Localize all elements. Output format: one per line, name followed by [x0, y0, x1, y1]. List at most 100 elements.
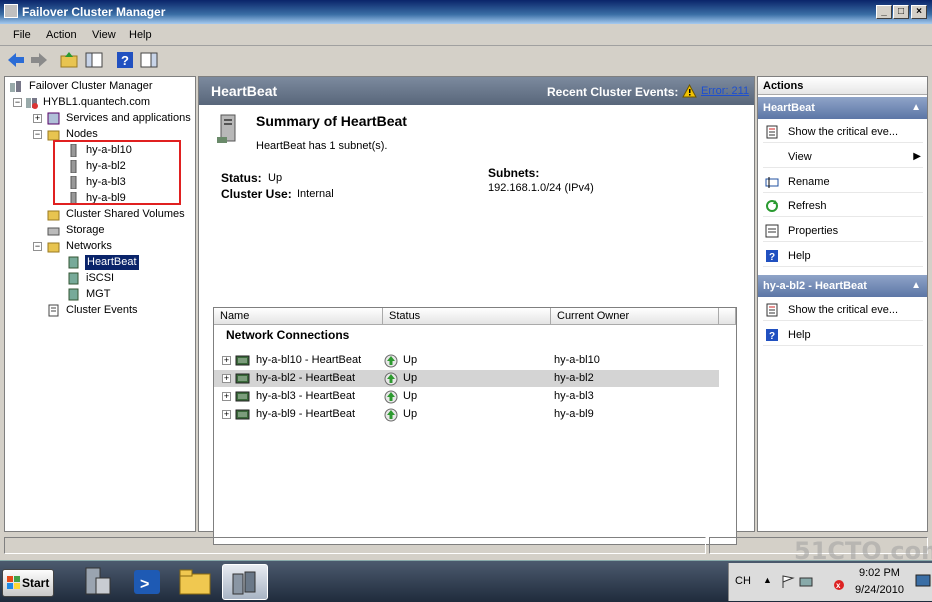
- row-status: Up: [403, 354, 418, 366]
- network-adapter-icon: [235, 391, 250, 402]
- cluster-use-value: Internal: [297, 188, 334, 200]
- submenu-arrow-icon: ▶: [913, 151, 921, 162]
- tree-root[interactable]: Failover Cluster Manager: [29, 79, 153, 94]
- events-icon: [48, 304, 59, 317]
- tree-networks[interactable]: Networks: [66, 239, 112, 254]
- clock-date[interactable]: 9/24/2010: [855, 584, 904, 596]
- column-header-owner[interactable]: Current Owner: [551, 308, 719, 325]
- rename-icon: [765, 177, 779, 188]
- tray-expand-icon[interactable]: ▲: [763, 575, 772, 585]
- help-icon[interactable]: ?: [115, 50, 135, 70]
- help-icon: ?: [766, 329, 778, 342]
- action-label: View: [788, 151, 812, 163]
- tree-cluster[interactable]: HYBL1.quantech.com: [43, 95, 150, 110]
- minimize-button[interactable]: _: [876, 5, 892, 19]
- action-label: Show the critical eve...: [788, 126, 899, 138]
- actions-section-title: HeartBeat: [763, 102, 815, 114]
- networks-folder-icon: [47, 242, 60, 253]
- row-status: Up: [403, 390, 418, 402]
- expand-toggle[interactable]: +: [222, 356, 231, 365]
- table-row-selected[interactable]: + hy-a-bl2 - HeartBeat Up hy-a-bl2: [214, 370, 719, 387]
- menu-action[interactable]: Action: [46, 29, 77, 41]
- action-label: Refresh: [788, 200, 827, 212]
- column-header-status[interactable]: Status: [383, 308, 551, 325]
- server-manager-icon[interactable]: [78, 564, 116, 600]
- network-tray-icon[interactable]: [799, 575, 813, 589]
- flag-icon[interactable]: [781, 575, 795, 589]
- tree-csv[interactable]: Cluster Shared Volumes: [66, 207, 185, 222]
- language-indicator[interactable]: CH: [735, 575, 751, 587]
- clock-time[interactable]: 9:02 PM: [859, 567, 900, 579]
- help-icon: ?: [766, 250, 778, 263]
- start-button[interactable]: Start: [2, 569, 54, 597]
- action-show-critical-events[interactable]: Show the critical eve...: [763, 121, 923, 143]
- action-label: Show the critical eve...: [788, 304, 899, 316]
- summary-subtitle: HeartBeat has 1 subnet(s).: [256, 140, 388, 152]
- actions-title: Actions: [758, 77, 927, 95]
- show-desktop-icon[interactable]: [915, 573, 931, 589]
- window-title: Failover Cluster Manager: [22, 5, 166, 19]
- tree-events[interactable]: Cluster Events: [66, 303, 138, 318]
- expand-toggle[interactable]: +: [222, 374, 231, 383]
- menu-file[interactable]: File: [13, 29, 31, 41]
- action-properties[interactable]: Properties: [763, 220, 923, 242]
- collapse-up-icon[interactable]: ▲: [911, 275, 921, 297]
- svg-text:?: ?: [769, 252, 775, 263]
- failover-cluster-task-button[interactable]: [222, 564, 268, 600]
- tree-services[interactable]: Services and applications: [66, 111, 191, 126]
- menu-help[interactable]: Help: [129, 29, 152, 41]
- expand-toggle[interactable]: +: [33, 114, 42, 123]
- explorer-folder-icon[interactable]: [176, 564, 214, 600]
- failover-cluster-icon: [10, 81, 21, 92]
- tree-network-item[interactable]: iSCSI: [86, 271, 114, 286]
- subnets-label: Subnets:: [488, 166, 540, 180]
- column-header-name[interactable]: Name: [214, 308, 383, 325]
- row-owner: hy-a-bl9: [554, 408, 594, 420]
- watermark: 51CTO.com: [794, 537, 932, 565]
- cluster-manager-icon: [232, 571, 256, 595]
- recent-events-link[interactable]: Error: 211: [701, 85, 749, 97]
- row-name: hy-a-bl3 - HeartBeat: [256, 390, 356, 402]
- show-hide-tree-icon[interactable]: [84, 50, 104, 70]
- action-help[interactable]: ? Help: [763, 324, 923, 346]
- action-view[interactable]: View ▶: [763, 146, 923, 168]
- table-row[interactable]: + hy-a-bl9 - HeartBeat Up hy-a-bl9: [214, 406, 719, 423]
- expand-toggle[interactable]: +: [222, 410, 231, 419]
- network-icon: [68, 256, 79, 269]
- powershell-icon[interactable]: >: [128, 564, 166, 600]
- table-row[interactable]: + hy-a-bl10 - HeartBeat Up hy-a-bl10: [214, 352, 719, 369]
- close-button[interactable]: ×: [911, 5, 927, 19]
- tree-network-item-selected[interactable]: HeartBeat: [85, 255, 139, 270]
- maximize-button[interactable]: □: [893, 5, 909, 19]
- collapse-toggle[interactable]: −: [13, 98, 22, 107]
- network-icon: [68, 288, 79, 301]
- show-hide-action-pane-icon[interactable]: [139, 50, 159, 70]
- menu-view[interactable]: View: [92, 29, 116, 41]
- action-refresh[interactable]: Refresh: [763, 195, 923, 217]
- tree-network-item[interactable]: MGT: [86, 287, 110, 302]
- error-tray-icon[interactable]: x: [833, 579, 845, 591]
- collapse-toggle[interactable]: −: [33, 242, 42, 251]
- collapse-toggle[interactable]: −: [33, 130, 42, 139]
- row-status: Up: [403, 372, 418, 384]
- table-row[interactable]: + hy-a-bl3 - HeartBeat Up hy-a-bl3: [214, 388, 719, 405]
- actions-section-header[interactable]: HeartBeat ▲: [758, 97, 927, 119]
- collapse-up-icon[interactable]: ▲: [911, 97, 921, 119]
- up-arrow-status-icon: [384, 408, 398, 422]
- action-show-critical-events[interactable]: Show the critical eve...: [763, 299, 923, 321]
- title-bar[interactable]: Failover Cluster Manager _ □ ×: [0, 0, 932, 24]
- action-help[interactable]: ? Help: [763, 245, 923, 267]
- up-folder-icon[interactable]: [59, 50, 79, 70]
- properties-icon: [765, 224, 779, 238]
- toolbar: ?: [0, 47, 932, 74]
- forward-arrow-icon[interactable]: [29, 50, 49, 70]
- events-log-icon: [766, 303, 778, 317]
- expand-toggle[interactable]: +: [222, 392, 231, 401]
- start-label: Start: [22, 576, 50, 590]
- network-connections-list: Name Status Current Owner Network Connec…: [213, 307, 737, 545]
- back-arrow-icon[interactable]: [6, 50, 26, 70]
- status-value: Up: [268, 172, 283, 184]
- actions-section-header[interactable]: hy-a-bl2 - HeartBeat ▲: [758, 275, 927, 297]
- action-rename[interactable]: Rename: [763, 171, 923, 193]
- tree-storage[interactable]: Storage: [66, 223, 105, 238]
